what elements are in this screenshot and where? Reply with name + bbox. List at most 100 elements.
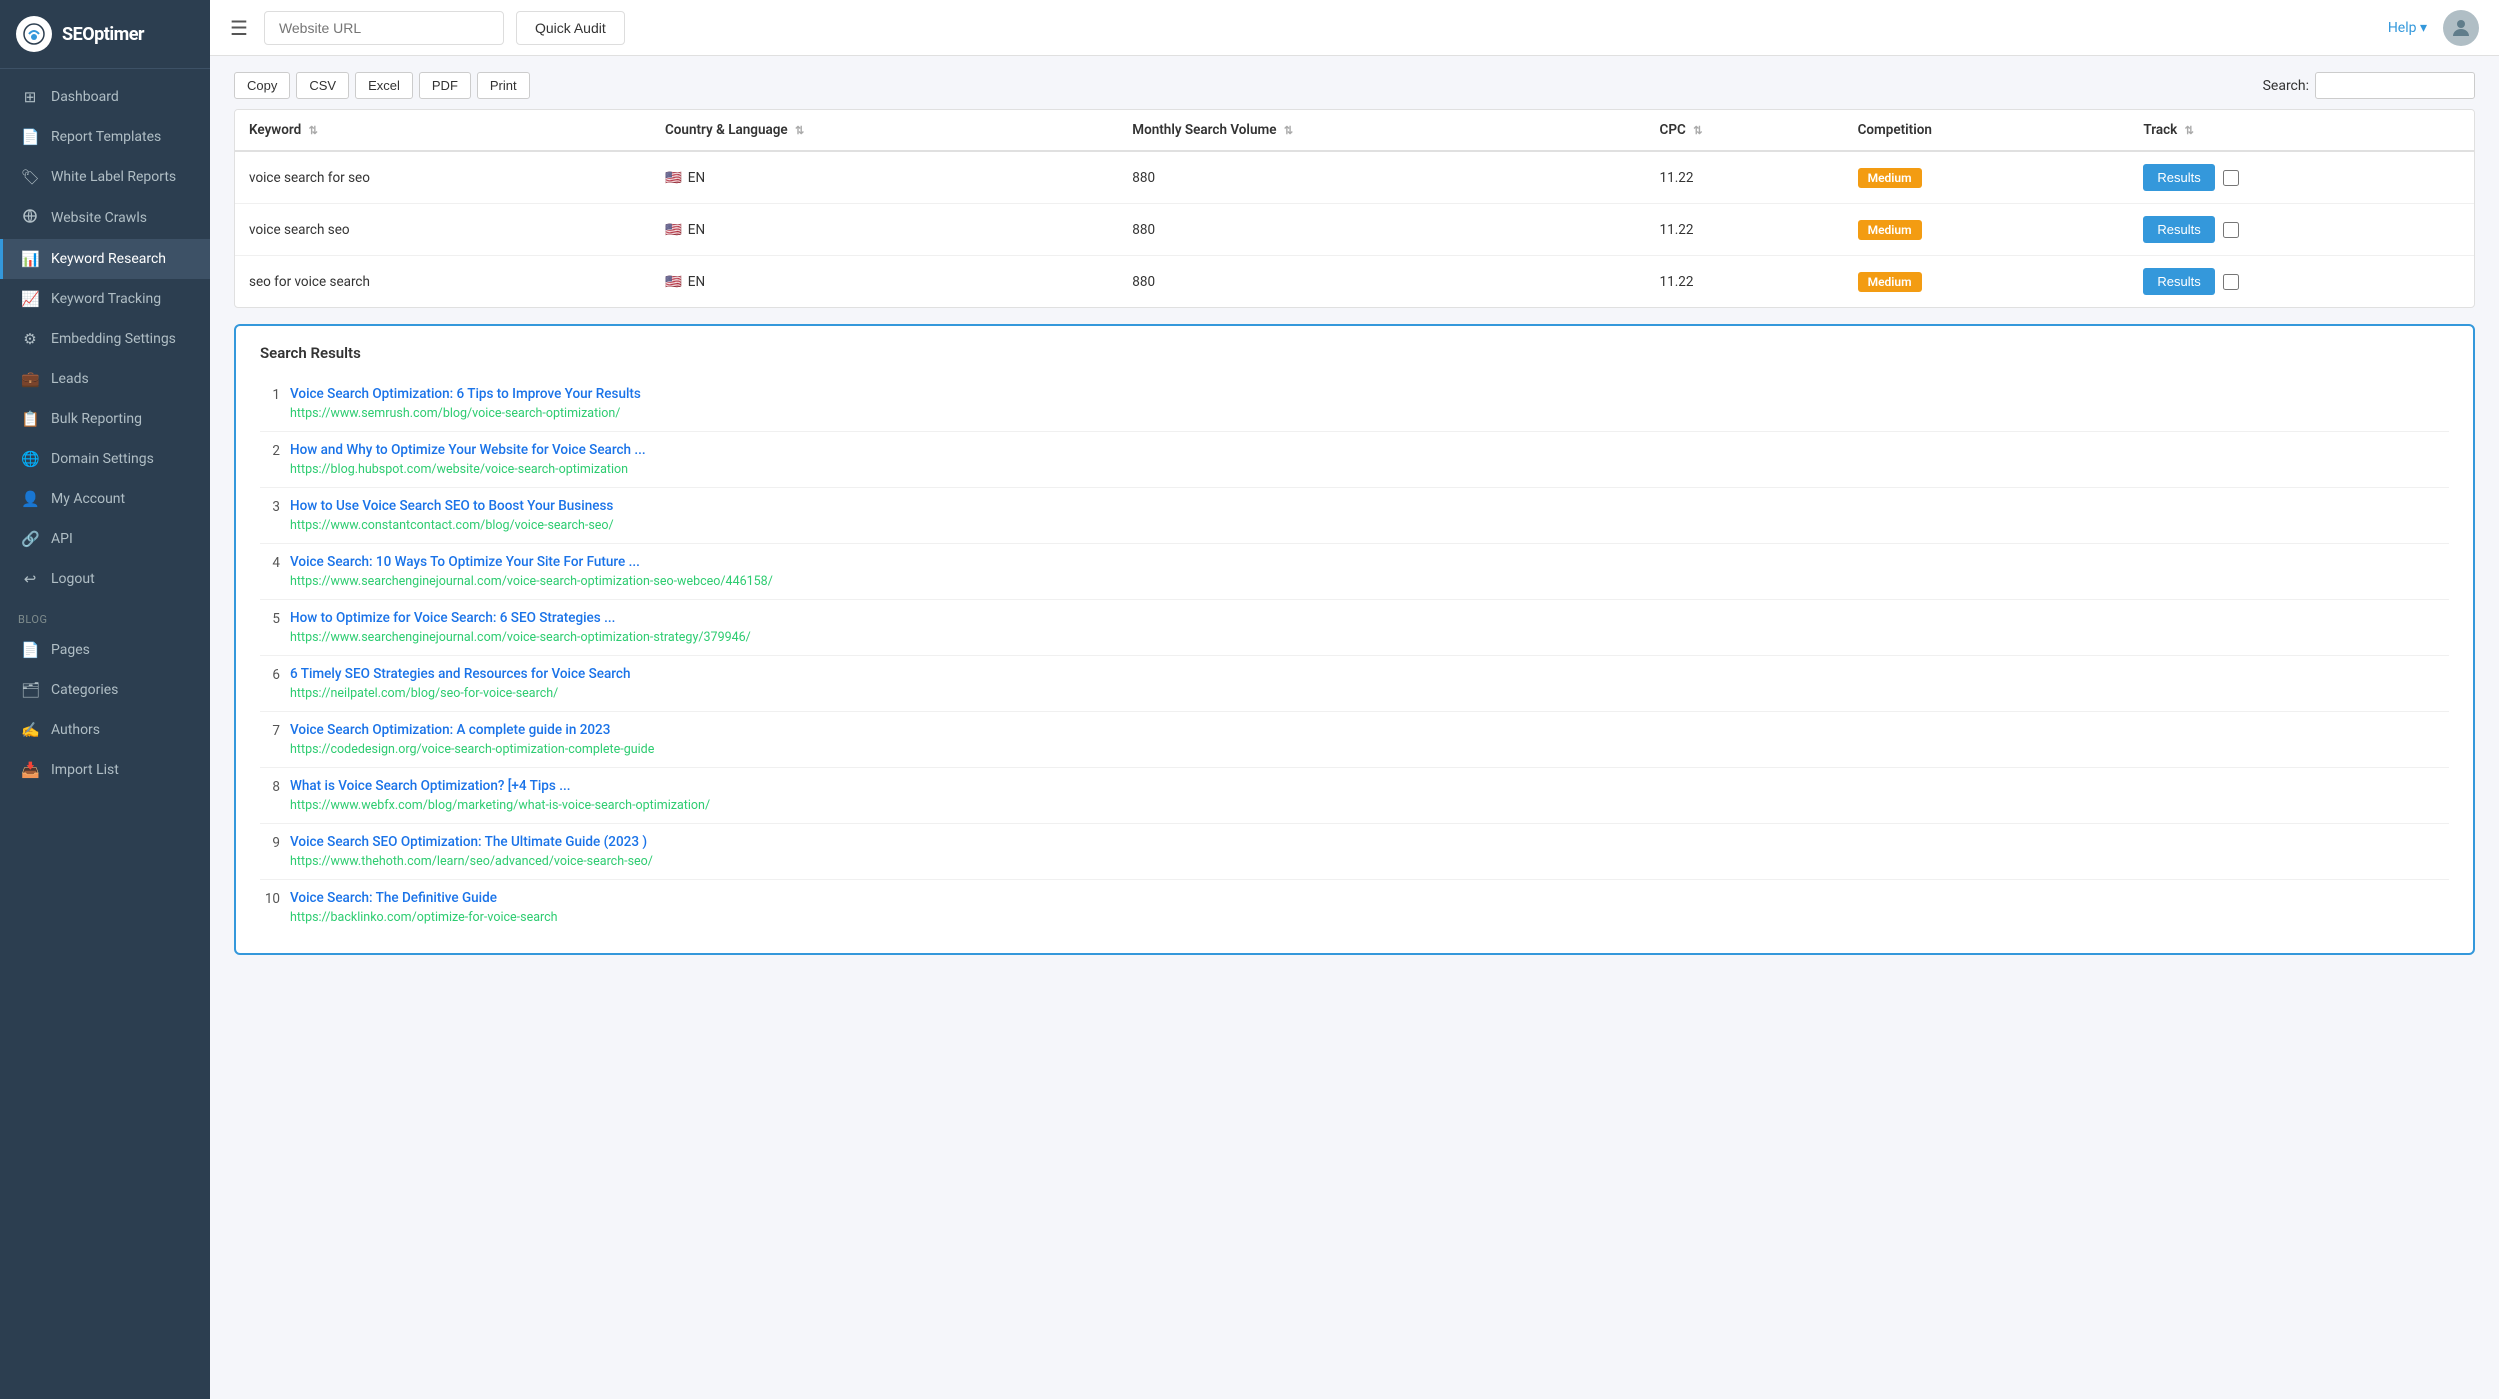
track-checkbox[interactable] [2223,170,2239,186]
search-result-item: 6 6 Timely SEO Strategies and Resources … [260,656,2449,712]
sidebar-item-label: Bulk Reporting [51,411,142,427]
result-title[interactable]: Voice Search SEO Optimization: The Ultim… [290,834,647,850]
result-url[interactable]: https://backlinko.com/optimize-for-voice… [260,910,2449,925]
search-input[interactable] [2315,72,2475,99]
print-button[interactable]: Print [477,72,530,99]
cell-keyword: seo for voice search [235,256,651,308]
col-competition[interactable]: Competition [1844,110,2130,151]
result-number: 10 [260,891,280,907]
sidebar-item-label: Domain Settings [51,451,154,467]
page-content: Copy CSV Excel PDF Print Search: Keyword… [210,56,2499,1399]
col-country-language[interactable]: Country & Language ⇅ [651,110,1118,151]
hamburger-menu[interactable]: ☰ [230,16,248,40]
blog-section-label: Blog [0,599,210,630]
col-keyword[interactable]: Keyword ⇅ [235,110,651,151]
sort-icon-track: ⇅ [2185,124,2194,137]
result-url[interactable]: https://www.constantcontact.com/blog/voi… [260,518,2449,533]
result-title[interactable]: What is Voice Search Optimization? [+4 T… [290,778,570,794]
result-url[interactable]: https://blog.hubspot.com/website/voice-s… [260,462,2449,477]
sidebar-item-categories[interactable]: 🗂 Categories [0,670,210,710]
track-checkbox[interactable] [2223,274,2239,290]
excel-button[interactable]: Excel [355,72,413,99]
copy-button[interactable]: Copy [234,72,290,99]
result-title[interactable]: Voice Search Optimization: 6 Tips to Imp… [290,386,641,402]
sidebar-item-white-label-reports[interactable]: 🏷 White Label Reports [0,157,210,197]
result-title[interactable]: 6 Timely SEO Strategies and Resources fo… [290,666,630,682]
language-label: EN [688,170,705,186]
result-title[interactable]: How to Optimize for Voice Search: 6 SEO … [290,610,615,626]
result-title[interactable]: How to Use Voice Search SEO to Boost You… [290,498,613,514]
sidebar-item-label: Website Crawls [51,210,147,226]
sidebar-item-keyword-research[interactable]: 📊 Keyword Research [0,239,210,279]
col-track[interactable]: Track ⇅ [2129,110,2474,151]
flag-icon: 🇺🇸 [665,274,682,290]
col-cpc[interactable]: CPC ⇅ [1646,110,1844,151]
cell-volume: 880 [1118,256,1645,308]
search-result-item: 10 Voice Search: The Definitive Guide ht… [260,880,2449,935]
result-url[interactable]: https://www.searchenginejournal.com/voic… [260,630,2449,645]
sidebar-item-domain-settings[interactable]: 🌐 Domain Settings [0,439,210,479]
sidebar-item-authors[interactable]: ✍ Authors [0,710,210,750]
sort-icon-cpc: ⇅ [1693,124,1702,137]
sidebar-item-import-list[interactable]: 📥 Import List [0,750,210,790]
sidebar-item-logout[interactable]: ↩ Logout [0,559,210,599]
pdf-button[interactable]: PDF [419,72,471,99]
search-result-item: 8 What is Voice Search Optimization? [+4… [260,768,2449,824]
sidebar-item-bulk-reporting[interactable]: 📋 Bulk Reporting [0,399,210,439]
table-search-wrap: Search: [2263,72,2475,99]
result-url[interactable]: https://www.searchenginejournal.com/voic… [260,574,2449,589]
sidebar-item-report-templates[interactable]: 📄 Report Templates [0,117,210,157]
csv-button[interactable]: CSV [296,72,349,99]
results-button[interactable]: Results [2143,268,2214,295]
result-row: 10 Voice Search: The Definitive Guide [260,890,2449,907]
search-result-item: 5 How to Optimize for Voice Search: 6 SE… [260,600,2449,656]
result-url[interactable]: https://www.webfx.com/blog/marketing/wha… [260,798,2449,813]
result-title[interactable]: Voice Search Optimization: A complete gu… [290,722,610,738]
authors-icon: ✍ [21,721,39,739]
dashboard-icon: ⊞ [21,88,39,106]
search-result-item: 9 Voice Search SEO Optimization: The Ult… [260,824,2449,880]
result-row: 8 What is Voice Search Optimization? [+4… [260,778,2449,795]
result-row: 6 6 Timely SEO Strategies and Resources … [260,666,2449,683]
result-title[interactable]: Voice Search: 10 Ways To Optimize Your S… [290,554,640,570]
result-url[interactable]: https://codedesign.org/voice-search-opti… [260,742,2449,757]
help-button[interactable]: Help ▾ [2388,20,2427,36]
track-checkbox[interactable] [2223,222,2239,238]
results-button[interactable]: Results [2143,216,2214,243]
sidebar-item-embedding-settings[interactable]: ⚙ Embedding Settings [0,319,210,359]
sidebar-item-label: Dashboard [51,89,119,105]
result-number: 7 [260,723,280,739]
result-title[interactable]: How and Why to Optimize Your Website for… [290,442,646,458]
search-result-item: 7 Voice Search Optimization: A complete … [260,712,2449,768]
competition-badge: Medium [1858,220,1922,240]
user-avatar[interactable] [2443,10,2479,46]
sidebar-item-dashboard[interactable]: ⊞ Dashboard [0,77,210,117]
cell-volume: 880 [1118,204,1645,256]
url-input[interactable] [264,11,504,45]
results-button[interactable]: Results [2143,164,2214,191]
result-row: 2 How and Why to Optimize Your Website f… [260,442,2449,459]
search-label: Search: [2263,78,2309,94]
quick-audit-button[interactable]: Quick Audit [516,11,625,45]
cell-country-language: 🇺🇸 EN [651,204,1118,256]
sidebar-item-label: Pages [51,642,90,658]
keyword-tracking-icon: 📈 [21,290,39,308]
cell-track: Results [2129,256,2474,308]
sidebar-item-label: Embedding Settings [51,331,176,347]
table-row: voice search for seo 🇺🇸 EN 880 11.22 Med… [235,151,2474,204]
logo-icon [16,16,52,52]
result-url[interactable]: https://neilpatel.com/blog/seo-for-voice… [260,686,2449,701]
language-label: EN [688,222,705,238]
result-url[interactable]: https://www.thehoth.com/learn/seo/advanc… [260,854,2449,869]
col-monthly-search-volume[interactable]: Monthly Search Volume ⇅ [1118,110,1645,151]
sidebar-item-api[interactable]: 🔗 API [0,519,210,559]
result-title[interactable]: Voice Search: The Definitive Guide [290,890,497,906]
sidebar-item-my-account[interactable]: 👤 My Account [0,479,210,519]
sidebar-item-website-crawls[interactable]: Website Crawls [0,197,210,239]
cell-competition: Medium [1844,256,2130,308]
result-url[interactable]: https://www.semrush.com/blog/voice-searc… [260,406,2449,421]
sidebar-item-keyword-tracking[interactable]: 📈 Keyword Tracking [0,279,210,319]
sidebar-item-leads[interactable]: 💼 Leads [0,359,210,399]
sidebar-item-pages[interactable]: 📄 Pages [0,630,210,670]
api-icon: 🔗 [21,530,39,548]
